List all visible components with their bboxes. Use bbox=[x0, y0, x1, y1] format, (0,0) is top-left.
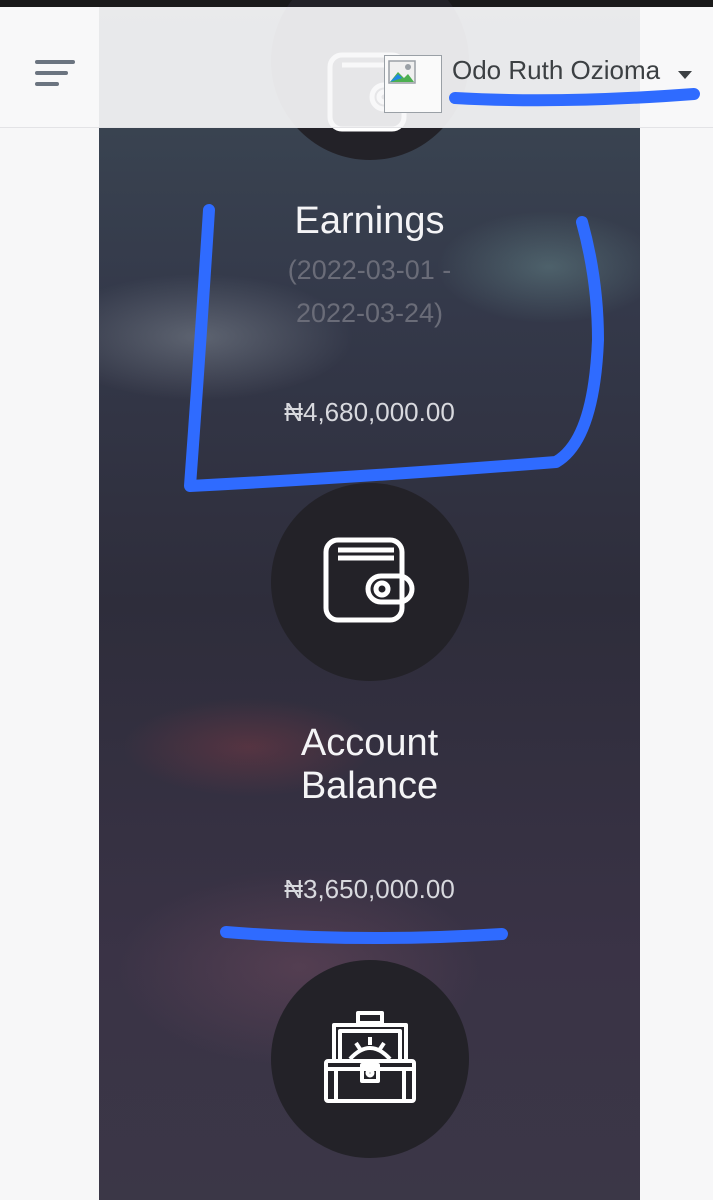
earnings-amount: ₦4,680,000.00 bbox=[284, 397, 455, 427]
balance-title-line1: Account bbox=[300, 722, 439, 764]
user-name-dropdown[interactable]: Odo Ruth Ozioma bbox=[452, 55, 660, 86]
chevron-down-icon[interactable] bbox=[678, 71, 692, 79]
balance-icon-circle bbox=[271, 483, 469, 681]
app-header: Odo Ruth Ozioma bbox=[0, 7, 713, 128]
wallet-icon bbox=[323, 537, 415, 623]
savings-icon-circle bbox=[271, 960, 469, 1158]
earnings-date-range-start: (2022-03-01 - bbox=[287, 255, 452, 285]
earnings-title: Earnings bbox=[294, 200, 445, 242]
balance-title-line2: Balance bbox=[300, 765, 439, 807]
broken-image-icon[interactable] bbox=[384, 55, 442, 113]
hamburger-menu-icon[interactable] bbox=[35, 60, 75, 88]
treasure-chest-icon bbox=[324, 1011, 416, 1103]
earnings-date-range-end: 2022-03-24) bbox=[295, 298, 444, 328]
balance-amount: ₦3,650,000.00 bbox=[284, 874, 455, 904]
